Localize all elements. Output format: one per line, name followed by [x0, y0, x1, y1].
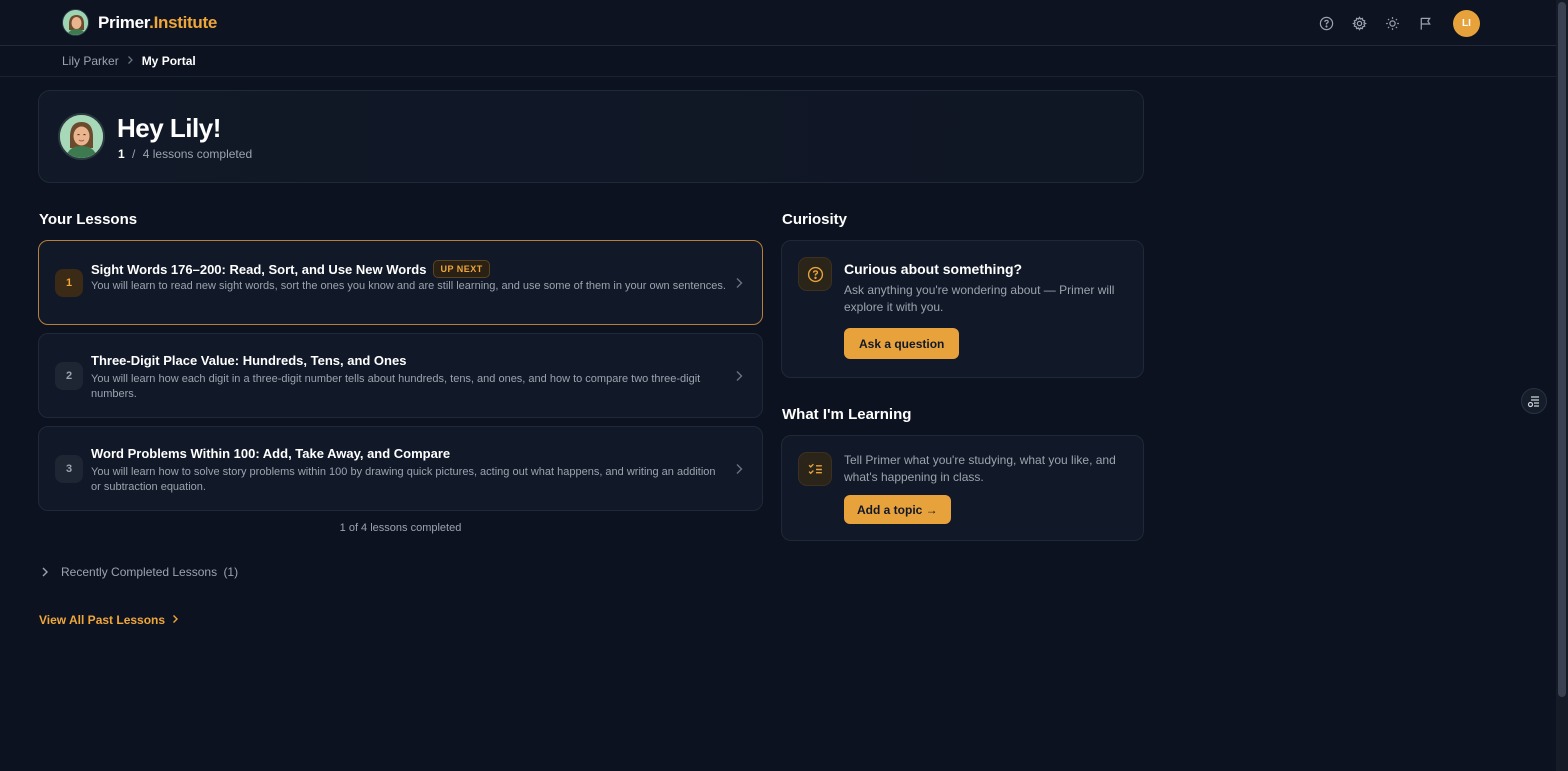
chevron-right-icon [127, 55, 134, 68]
breadcrumb-bar: Lily Parker My Portal [0, 47, 1556, 77]
flag-icon[interactable] [1416, 14, 1435, 33]
recently-completed-label: Recently Completed Lessons [61, 565, 218, 579]
lessons-progress-summary: 1 / 4 lessons completed [118, 147, 252, 161]
help-icon[interactable] [1317, 14, 1336, 33]
add-topic-button[interactable]: Add a topic → [844, 495, 951, 524]
breadcrumb: Lily Parker My Portal [62, 54, 196, 68]
curiosity-card: Curious about something? Ask anything yo… [781, 240, 1144, 378]
chevron-right-icon [172, 613, 179, 627]
recently-completed-toggle[interactable]: Recently Completed Lessons (1) [40, 565, 238, 579]
lesson-number: 3 [55, 455, 83, 483]
chevron-right-icon [734, 462, 744, 476]
lesson-title: Sight Words 176–200: Read, Sort, and Use… [91, 260, 490, 278]
chevron-right-icon [734, 276, 744, 290]
progress-separator: / [132, 147, 136, 161]
lesson-title: Word Problems Within 100: Add, Take Away… [91, 446, 450, 461]
lesson-number: 2 [55, 362, 83, 390]
view-all-label: View All Past Lessons [39, 613, 166, 627]
breadcrumb-current: My Portal [141, 54, 196, 68]
lesson-number: 1 [55, 269, 83, 297]
learning-text: Tell Primer what you're studying, what y… [844, 453, 1116, 484]
lesson-title-text: Three-Digit Place Value: Hundreds, Tens,… [91, 353, 407, 368]
lesson-description: You will learn how each digit in a three… [91, 373, 701, 400]
scrollbar-thumb[interactable] [1558, 2, 1566, 697]
what-im-learning-heading: What I'm Learning [782, 406, 912, 423]
header-tools: LI [1317, 10, 1480, 37]
greeting-heading: Hey Lily! [117, 113, 221, 143]
page-scrollbar[interactable] [1556, 0, 1568, 771]
completed-count: 1 [118, 147, 125, 161]
your-lessons-heading: Your Lessons [39, 211, 138, 228]
lesson-description: You will learn how to solve story proble… [91, 466, 716, 493]
lesson-card-1[interactable]: 1 Sight Words 176–200: Read, Sort, and U… [38, 240, 763, 325]
chevron-right-icon [734, 369, 744, 383]
lessons-progress-note: 1 of 4 lessons completed [339, 522, 462, 534]
question-icon [798, 257, 832, 291]
ask-question-button[interactable]: Ask a question [844, 328, 960, 359]
curiosity-heading: Curiosity [782, 211, 848, 228]
lesson-card-3[interactable]: 3 Word Problems Within 100: Add, Take Aw… [38, 426, 763, 511]
progress-total: 4 lessons completed [142, 147, 253, 161]
curiosity-title: Curious about something? [844, 261, 1023, 277]
user-avatar[interactable]: LI [1453, 10, 1480, 37]
brand-name: Primer.Institute [98, 12, 217, 32]
lesson-card-2[interactable]: 2 Three-Digit Place Value: Hundreds, Ten… [38, 333, 763, 418]
settings-icon[interactable] [1350, 14, 1369, 33]
learning-card: Tell Primer what you're studying, what y… [781, 435, 1144, 541]
up-next-badge: UP NEXT [433, 260, 490, 278]
breadcrumb-parent[interactable]: Lily Parker [62, 54, 119, 68]
view-all-past-lessons-link[interactable]: View All Past Lessons [39, 613, 179, 627]
recently-completed-count: (1) [223, 565, 239, 579]
lesson-title-text: Sight Words 176–200: Read, Sort, and Use… [91, 261, 427, 277]
top-header: Primer.Institute LI [0, 0, 1556, 46]
brand-avatar-icon [62, 9, 89, 36]
feedback-toggle-icon[interactable] [1521, 388, 1547, 414]
lesson-description: You will learn to read new sight words, … [91, 280, 726, 292]
lesson-title: Three-Digit Place Value: Hundreds, Tens,… [91, 353, 406, 368]
student-avatar [58, 113, 105, 160]
curiosity-text: Ask anything you're wondering about — Pr… [844, 283, 1115, 314]
checklist-icon [798, 452, 832, 486]
lesson-title-text: Word Problems Within 100: Add, Take Away… [91, 446, 451, 461]
theme-sun-icon[interactable] [1383, 14, 1402, 33]
welcome-card: Hey Lily! 1 / 4 lessons completed [38, 90, 1144, 183]
brand-logo[interactable]: Primer.Institute [62, 9, 217, 36]
chevron-right-icon [40, 566, 50, 578]
